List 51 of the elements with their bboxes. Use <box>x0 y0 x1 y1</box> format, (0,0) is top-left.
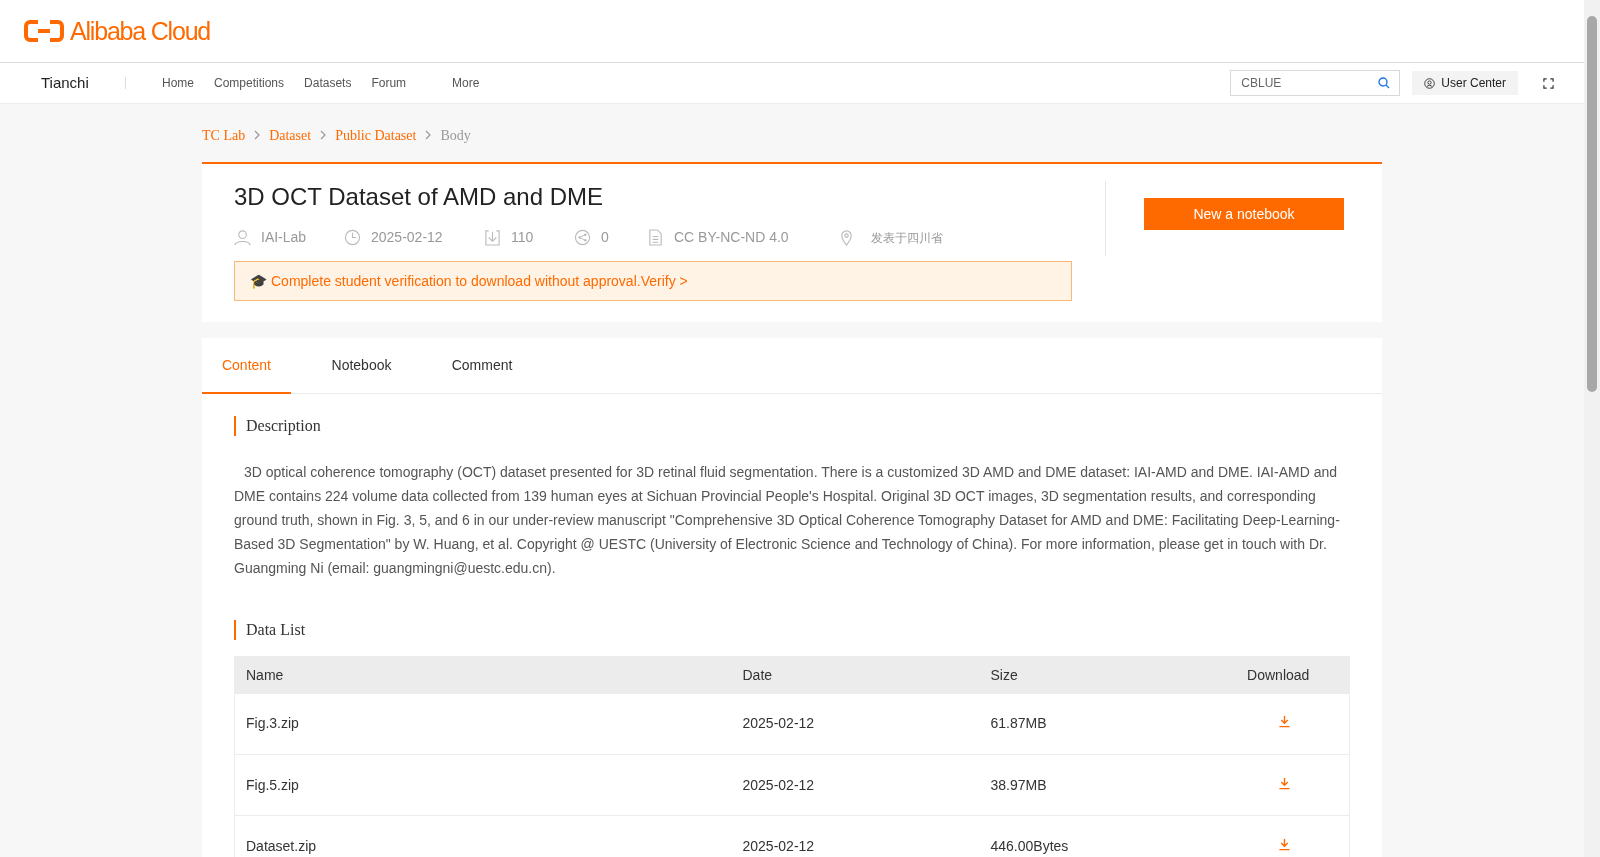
user-icon <box>1424 77 1436 89</box>
user-icon <box>234 229 251 246</box>
logo-icon <box>24 19 64 43</box>
download-icon[interactable] <box>1277 776 1291 790</box>
document-icon <box>647 229 664 246</box>
chevron-right-icon <box>319 130 328 140</box>
expand-icon[interactable] <box>1543 77 1554 89</box>
search-field[interactable]: CBLUE <box>1230 70 1401 96</box>
share-icon <box>574 229 591 246</box>
meta-text: IAI-Lab <box>261 228 307 247</box>
meta-text: 2025-02-12 <box>371 228 443 247</box>
dataset-title: 3D OCT Dataset of AMD and DME <box>234 182 605 212</box>
user-center-button[interactable]: User Center <box>1412 71 1518 95</box>
table-cell: Fig.5.zip <box>234 754 732 816</box>
table-cell: Fig.3.zip <box>234 693 732 755</box>
nav-link[interactable]: Forum <box>371 74 407 92</box>
table-cell: 61.87MB <box>979 693 1208 755</box>
chevron-right-icon <box>253 130 262 140</box>
section-heading: Data List <box>234 620 1350 640</box>
column-header: Size <box>979 656 1208 694</box>
column-header: Date <box>731 656 980 694</box>
location-pin-icon <box>838 229 855 246</box>
column-header: Download <box>1207 656 1350 694</box>
section-heading: Description <box>234 416 1350 436</box>
download-icon[interactable] <box>1277 715 1291 729</box>
meta-text: CC BY-NC-ND 4.0 <box>674 228 789 247</box>
nav-link[interactable]: More <box>452 74 480 92</box>
notice-text: Complete student verification to download without approval. <box>271 271 641 291</box>
scrollbar-thumb[interactable] <box>1587 16 1597 392</box>
table-cell: 446.00Bytes <box>979 815 1208 857</box>
meta-text: 110 <box>511 228 534 247</box>
table-cell: 2025-02-12 <box>731 754 980 816</box>
nav-link[interactable]: Home <box>162 74 194 92</box>
site-name[interactable]: Tianchi <box>41 71 125 95</box>
table-cell: 2025-02-12 <box>731 693 980 755</box>
table-cell: 2025-02-12 <box>731 815 980 857</box>
clock-icon <box>344 229 361 246</box>
meta-text: 0 <box>601 228 609 247</box>
description-text: 3D optical coherence tomography (OCT) dataset presented for 3D retinal fluid segmentation. There is a customized 3D AMD and DME dataset: IAI-AMD and DME. IAI-AMD and DME contains 224 volume data collected from 139 human eyes at Sichuan Provincial People's Hospital. Original 3D OCT images, 3D segmentation results, and corresponding ground truth, shown in Fig. 3, 5, and 6 in our under-review manuscript "Comprehensive 3D Optical Coherence Tomography Dataset for AMD and DME: Facilitating Deep-Learning-Based 3D Segmentation" by W. Huang, et al. Copyright @ UESTC (University of Electronic Science and Technology of China). For more information, please get in touch with Dr. Guangming Ni (email: guangmingni@uestc.edu.cn). <box>234 463 1341 578</box>
table-cell: Dataset.zip <box>234 815 732 857</box>
search-icon[interactable] <box>1378 77 1391 89</box>
nav-link[interactable]: Competitions <box>214 74 285 92</box>
download-icon <box>484 229 501 246</box>
column-header: Name <box>234 656 732 694</box>
table-cell: 38.97MB <box>979 754 1208 816</box>
nav-link[interactable]: Datasets <box>304 74 352 92</box>
graduation-cap-icon: 🎓 <box>250 270 267 292</box>
breadcrumb-item: Body <box>440 126 471 145</box>
chevron-right-icon <box>424 130 433 140</box>
download-icon[interactable] <box>1277 837 1291 851</box>
meta-text: 发表于四川省 <box>871 229 943 247</box>
